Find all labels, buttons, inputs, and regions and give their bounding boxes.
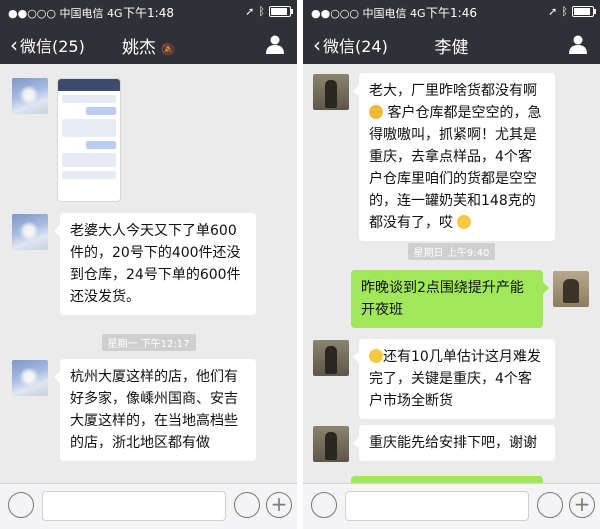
chat-nav-bar: ‹ 微信(24) 李健 — [303, 24, 600, 64]
chat-title: 姚杰 🔕 — [121, 38, 176, 58]
time-stamp: 星期一 下午12:17 — [0, 332, 297, 351]
message-bubble[interactable]: 重庆能先给安排下吧，谢谢 — [353, 425, 555, 461]
emoji-icon[interactable] — [537, 492, 563, 518]
status-bar: ●●○○○ 中国电信 4G 下午1:46 ➚ ᛒ — [303, 0, 600, 24]
chat-info-icon[interactable] — [568, 34, 588, 54]
right-phone-screen: ●●○○○ 中国电信 4G 下午1:46 ➚ ᛒ ‹ 微信(24) 李健 老大，… — [303, 0, 600, 529]
message-bubble[interactable]: 老婆大人今天又下了单600件的，20号下的400件还没到仓库，24号下单的600… — [54, 213, 256, 315]
location-icon: ➚ — [548, 5, 558, 18]
chat-title: 李健 — [434, 38, 469, 58]
message-list[interactable]: 老婆大人今天又下了单600件的，20号下的400件还没到仓库，24号下单的600… — [0, 64, 297, 484]
contact-avatar[interactable] — [313, 74, 349, 110]
sweat-emoji-icon — [457, 215, 472, 229]
input-toolbar: + — [0, 483, 297, 529]
sweat-emoji-icon — [369, 349, 383, 363]
bluetooth-icon: ᛒ — [258, 5, 265, 18]
message-bubble[interactable]: 还有10几单估计这月难发完了，关键是重庆，4个客户市场全断货 — [353, 339, 555, 419]
battery-icon — [572, 6, 596, 17]
status-bar: ●●○○○ 中国电信 4G 下午1:48 ➚ ᛒ — [0, 0, 297, 24]
left-phone-screen: ●●○○○ 中国电信 4G 下午1:48 ➚ ᛒ ‹ 微信(25) 姚杰 🔕 老… — [0, 0, 297, 529]
chat-nav-bar: ‹ 微信(25) 姚杰 🔕 — [0, 24, 297, 64]
bluetooth-icon: ᛒ — [561, 5, 568, 18]
input-toolbar: + — [303, 483, 600, 529]
message-bubble[interactable]: 老大，厂里昨啥货都没有啊 客户仓库都是空空的，急得嗷嗷叫，抓紧啊！尤其是重庆，去… — [353, 73, 555, 241]
my-avatar[interactable] — [553, 271, 589, 307]
contact-avatar[interactable] — [313, 426, 349, 462]
contact-avatar[interactable] — [12, 78, 48, 114]
voice-icon[interactable] — [311, 492, 337, 518]
plus-icon[interactable]: + — [266, 492, 292, 518]
emoji-icon[interactable] — [234, 492, 260, 518]
message-input[interactable] — [42, 491, 226, 521]
time-stamp: 星期日 上午9:40 — [303, 241, 600, 260]
mute-icon: 🔕 — [161, 43, 176, 56]
voice-icon[interactable] — [8, 492, 34, 518]
message-list[interactable]: 老大，厂里昨啥货都没有啊 客户仓库都是空空的，急得嗷嗷叫，抓紧啊！尤其是重庆，去… — [303, 64, 600, 484]
image-message[interactable] — [57, 78, 121, 202]
plus-icon[interactable]: + — [569, 492, 595, 518]
location-icon: ➚ — [245, 5, 255, 18]
message-bubble[interactable]: 杭州大厦这样的店，他们有好多家，像嵊州国商、安吉大厦这样的，在当地高档些的店，浙… — [54, 359, 256, 461]
chat-info-icon[interactable] — [265, 34, 285, 54]
contact-avatar[interactable] — [12, 214, 48, 250]
crying-emoji-icon — [369, 105, 383, 119]
outgoing-message-bubble[interactable]: 昨晚谈到2点围绕提升产能开夜班 — [351, 270, 549, 328]
battery-icon — [269, 6, 293, 17]
contact-avatar[interactable] — [12, 360, 48, 396]
message-input[interactable] — [345, 491, 529, 521]
contact-avatar[interactable] — [313, 340, 349, 376]
